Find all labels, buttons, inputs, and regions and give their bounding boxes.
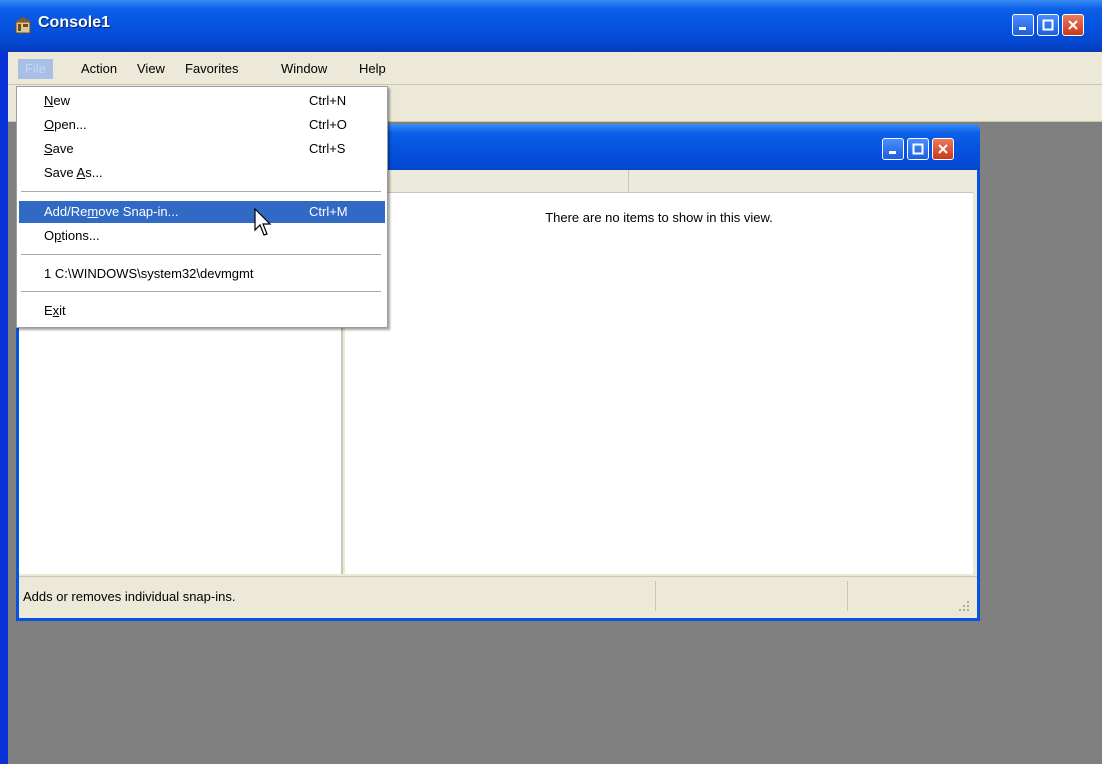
window-title: Console1 bbox=[38, 14, 111, 31]
menu-item-save-as[interactable]: Save As... bbox=[19, 162, 385, 184]
maximize-button[interactable] bbox=[1037, 14, 1059, 36]
minimize-icon bbox=[1019, 27, 1026, 30]
accel-open: O bbox=[44, 117, 55, 132]
close-button[interactable] bbox=[1062, 14, 1084, 36]
menu-item-exit[interactable]: Exit bbox=[19, 300, 385, 322]
mmc-console-icon bbox=[15, 17, 31, 34]
shortcut-open: Ctrl+O bbox=[309, 117, 347, 132]
column-header-empty[interactable] bbox=[629, 170, 969, 192]
options-label-start: O bbox=[44, 228, 55, 243]
list-header: e bbox=[345, 170, 973, 193]
save-as-label-rest: s... bbox=[85, 165, 103, 180]
add-remove-label-rest: ove Snap-in... bbox=[98, 204, 179, 219]
accel-save-as: A bbox=[76, 165, 86, 180]
resize-grip-icon[interactable] bbox=[957, 599, 971, 613]
menu-item-save[interactable]: Save Ctrl+S bbox=[19, 138, 385, 160]
menu-view[interactable]: View bbox=[130, 59, 172, 79]
close-icon bbox=[1068, 20, 1078, 30]
menu-bar: File Action View Favorites Window Help bbox=[8, 52, 1102, 85]
menu-window[interactable]: Window bbox=[274, 59, 334, 79]
new-label-rest: ew bbox=[53, 93, 71, 108]
menu-item-add-remove-snap-in[interactable]: Add/Remove Snap-in... Ctrl+M bbox=[19, 201, 385, 223]
close-icon bbox=[938, 144, 948, 154]
mouse-pointer-icon bbox=[254, 208, 272, 236]
menu-item-recent-1[interactable]: 1 C:\WINDOWS\system32\devmgmt bbox=[19, 263, 385, 285]
accel-new: N bbox=[44, 93, 54, 108]
exit-label-start: E bbox=[44, 303, 53, 318]
title-bar[interactable]: Console1 bbox=[0, 0, 1102, 52]
open-label-rest: pen... bbox=[54, 117, 87, 132]
exit-label-rest: it bbox=[59, 303, 66, 318]
status-text: Adds or removes individual snap-ins. bbox=[23, 589, 236, 604]
menu-separator bbox=[21, 254, 381, 255]
save-label-rest: ave bbox=[52, 141, 74, 156]
empty-view-message: There are no items to show in this view. bbox=[545, 210, 773, 225]
minimize-button[interactable] bbox=[1012, 14, 1034, 36]
menu-help[interactable]: Help bbox=[352, 59, 393, 79]
menu-item-open[interactable]: Open... Ctrl+O bbox=[19, 114, 385, 136]
result-pane[interactable]: e There are no items to show in this vie… bbox=[345, 170, 973, 574]
menu-separator bbox=[21, 191, 381, 192]
menu-action[interactable]: Action bbox=[74, 59, 124, 79]
menu-favorites[interactable]: Favorites bbox=[178, 59, 245, 79]
maximize-icon bbox=[912, 143, 924, 155]
add-remove-label-start: Add/Re bbox=[44, 204, 88, 219]
maximize-icon bbox=[1042, 19, 1054, 31]
status-divider bbox=[655, 581, 656, 611]
menu-item-new[interactable]: New Ctrl+N bbox=[19, 90, 385, 112]
menu-separator bbox=[21, 291, 381, 292]
menu-item-options[interactable]: Options... bbox=[19, 225, 385, 247]
status-bar: Adds or removes individual snap-ins. bbox=[19, 576, 977, 615]
shortcut-save: Ctrl+S bbox=[309, 141, 346, 156]
child-close-button[interactable] bbox=[932, 138, 954, 160]
minimize-icon bbox=[889, 151, 896, 154]
accel-add-remove: m bbox=[87, 204, 99, 219]
shortcut-add-remove: Ctrl+M bbox=[309, 204, 348, 219]
menu-file[interactable]: File bbox=[18, 59, 53, 79]
status-divider bbox=[847, 581, 848, 611]
save-as-label-start: Save bbox=[44, 165, 77, 180]
file-menu-dropdown: New Ctrl+N Open... Ctrl+O Save Ctrl+S Sa… bbox=[16, 86, 388, 328]
accel-save: S bbox=[44, 141, 53, 156]
child-maximize-button[interactable] bbox=[907, 138, 929, 160]
shortcut-new: Ctrl+N bbox=[309, 93, 347, 108]
child-minimize-button[interactable] bbox=[882, 138, 904, 160]
options-label-rest: tions... bbox=[61, 228, 100, 243]
recent-1-label: 1 C:\WINDOWS\system32\devmgmt bbox=[44, 266, 254, 281]
